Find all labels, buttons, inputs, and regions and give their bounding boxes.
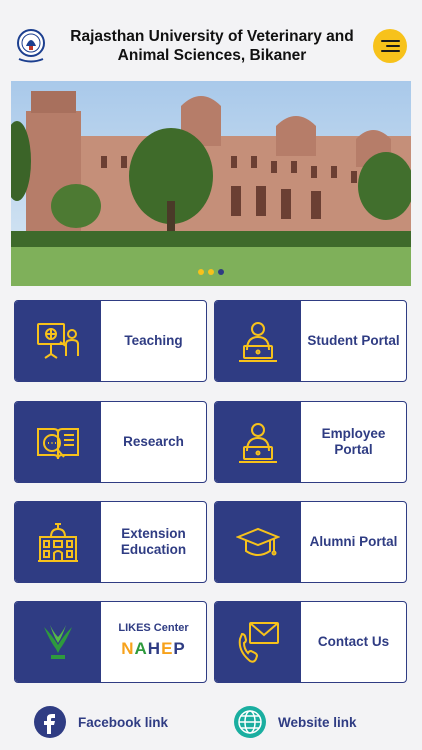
- banner-carousel[interactable]: [11, 81, 411, 286]
- extension-education-tile[interactable]: Extension Education: [14, 501, 207, 583]
- research-tile[interactable]: Research: [14, 401, 207, 483]
- alumni-portal-tile[interactable]: Alumni Portal: [214, 501, 407, 583]
- globe-icon: [234, 706, 266, 738]
- phone-mail-icon: [215, 602, 301, 682]
- teaching-label: Teaching: [124, 333, 183, 348]
- likes-center-tile[interactable]: LIKES Center NAHEP: [14, 601, 207, 683]
- likes-center-label-group: LIKES Center NAHEP: [101, 602, 206, 682]
- employee-portal-label: Employee Portal: [321, 426, 386, 457]
- student-portal-label: Student Portal: [307, 333, 400, 348]
- research-label: Research: [123, 434, 184, 449]
- nahep-logo-text: NAHEP: [121, 639, 186, 658]
- graduation-cap-icon: [215, 502, 301, 582]
- hamburger-menu-icon[interactable]: [373, 29, 407, 63]
- alumni-portal-label: Alumni Portal: [309, 534, 398, 549]
- contact-us-label: Contact Us: [317, 634, 390, 649]
- teacher-board-icon: [15, 301, 101, 381]
- book-search-icon: [15, 402, 101, 482]
- university-logo: [13, 26, 49, 64]
- facebook-link[interactable]: Facebook link: [34, 704, 184, 740]
- carousel-dot-active[interactable]: [218, 269, 224, 275]
- likes-center-label: LIKES Center: [118, 622, 189, 634]
- student-portal-tile[interactable]: Student Portal: [214, 300, 407, 382]
- app-header: Rajasthan University of Veterinary and A…: [0, 0, 422, 78]
- carousel-dot[interactable]: [198, 269, 204, 275]
- app-title: Rajasthan University of Veterinary and A…: [70, 28, 354, 64]
- facebook-link-label: Facebook link: [78, 715, 169, 730]
- teaching-tile[interactable]: Teaching: [14, 300, 207, 382]
- building-icon: [15, 502, 101, 582]
- laptop-user-icon: [215, 301, 301, 381]
- university-building-photo: [11, 81, 411, 286]
- website-link[interactable]: Website link: [234, 704, 384, 740]
- extension-education-label: Extension Education: [120, 526, 187, 557]
- carousel-dot[interactable]: [208, 269, 214, 275]
- laptop-user-icon: [215, 402, 301, 482]
- icar-logo: [15, 602, 101, 682]
- facebook-icon: [34, 706, 66, 738]
- employee-portal-tile[interactable]: Employee Portal: [214, 401, 407, 483]
- contact-us-tile[interactable]: Contact Us: [214, 601, 407, 683]
- website-link-label: Website link: [278, 715, 357, 730]
- carousel-indicators: [11, 269, 411, 275]
